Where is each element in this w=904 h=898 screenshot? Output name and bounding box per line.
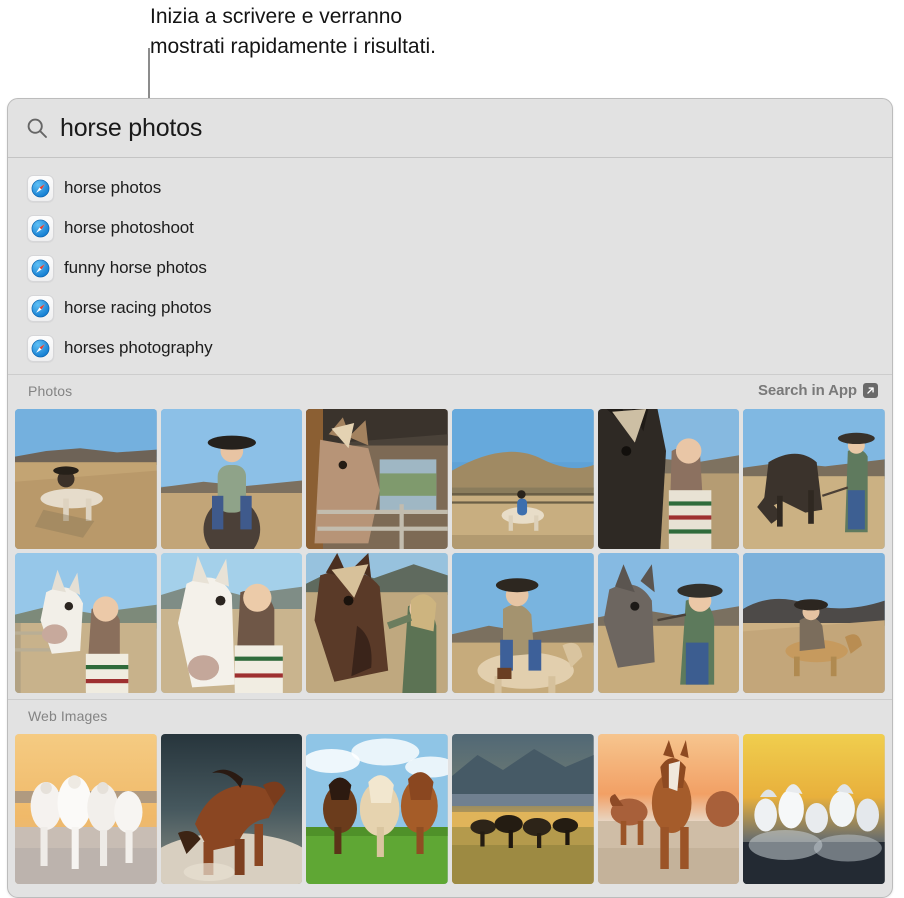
suggestion-label: funny horse photos <box>64 258 207 277</box>
photo-thumbnail[interactable] <box>743 409 885 549</box>
web-image-thumbnail[interactable] <box>452 734 594 884</box>
suggestion-label: horse racing photos <box>64 298 212 317</box>
photo-thumbnail[interactable] <box>15 409 157 549</box>
suggestion-item-1[interactable]: horse photoshoot <box>8 208 892 248</box>
photo-thumbnail[interactable] <box>597 553 740 693</box>
search-input-value[interactable]: horse photos <box>60 114 202 143</box>
web-images-section-title: Web Images <box>28 707 108 724</box>
web-image-thumbnail[interactable] <box>306 734 448 884</box>
search-icon <box>26 117 48 139</box>
external-link-arrow-icon <box>863 383 878 398</box>
search-in-app-button[interactable]: Search in App <box>758 382 878 399</box>
safari-compass-icon <box>27 334 54 362</box>
web-images-thumbnail-row <box>8 734 892 884</box>
safari-compass-icon <box>27 214 54 242</box>
suggestion-item-4[interactable]: horses photography <box>8 328 892 368</box>
photos-thumbnail-row-1 <box>8 409 892 549</box>
suggestion-item-2[interactable]: funny horse photos <box>8 248 892 288</box>
photo-thumbnail[interactable] <box>452 409 594 549</box>
photos-section-title: Photos <box>28 382 73 399</box>
safari-compass-icon <box>27 294 54 322</box>
suggestion-label: horses photography <box>64 338 213 357</box>
suggestion-label: horse photoshoot <box>64 218 194 237</box>
photo-thumbnail[interactable] <box>15 553 157 693</box>
search-in-app-label: Search in App <box>758 382 857 399</box>
web-image-thumbnail[interactable] <box>597 734 740 884</box>
photo-thumbnail[interactable] <box>452 553 594 693</box>
safari-compass-icon <box>27 254 54 282</box>
photo-thumbnail[interactable] <box>160 409 303 549</box>
photo-thumbnail[interactable] <box>597 409 740 549</box>
suggestion-item-0[interactable]: horse photos <box>8 168 892 208</box>
safari-compass-icon <box>27 174 54 202</box>
search-suggestions-panel: horse photos horse photos horse photosho… <box>7 98 893 898</box>
web-images-section-header: Web Images <box>8 699 892 731</box>
callout-annotation-text: Inizia a scrivere e verranno mostrati ra… <box>150 5 436 58</box>
suggestion-label: horse photos <box>64 178 162 197</box>
search-field-row[interactable]: horse photos <box>8 99 892 158</box>
photo-thumbnail[interactable] <box>743 553 885 693</box>
photo-thumbnail[interactable] <box>160 553 303 693</box>
suggestion-list: horse photos horse photoshoot funny hors… <box>8 158 892 374</box>
web-image-thumbnail[interactable] <box>743 734 885 884</box>
web-image-thumbnail[interactable] <box>160 734 303 884</box>
photos-thumbnail-row-2 <box>8 553 892 693</box>
suggestion-item-3[interactable]: horse racing photos <box>8 288 892 328</box>
photos-section-header: Photos Search in App <box>8 374 892 406</box>
photo-thumbnail[interactable] <box>306 409 448 549</box>
photo-thumbnail[interactable] <box>306 553 448 693</box>
web-image-thumbnail[interactable] <box>15 734 157 884</box>
